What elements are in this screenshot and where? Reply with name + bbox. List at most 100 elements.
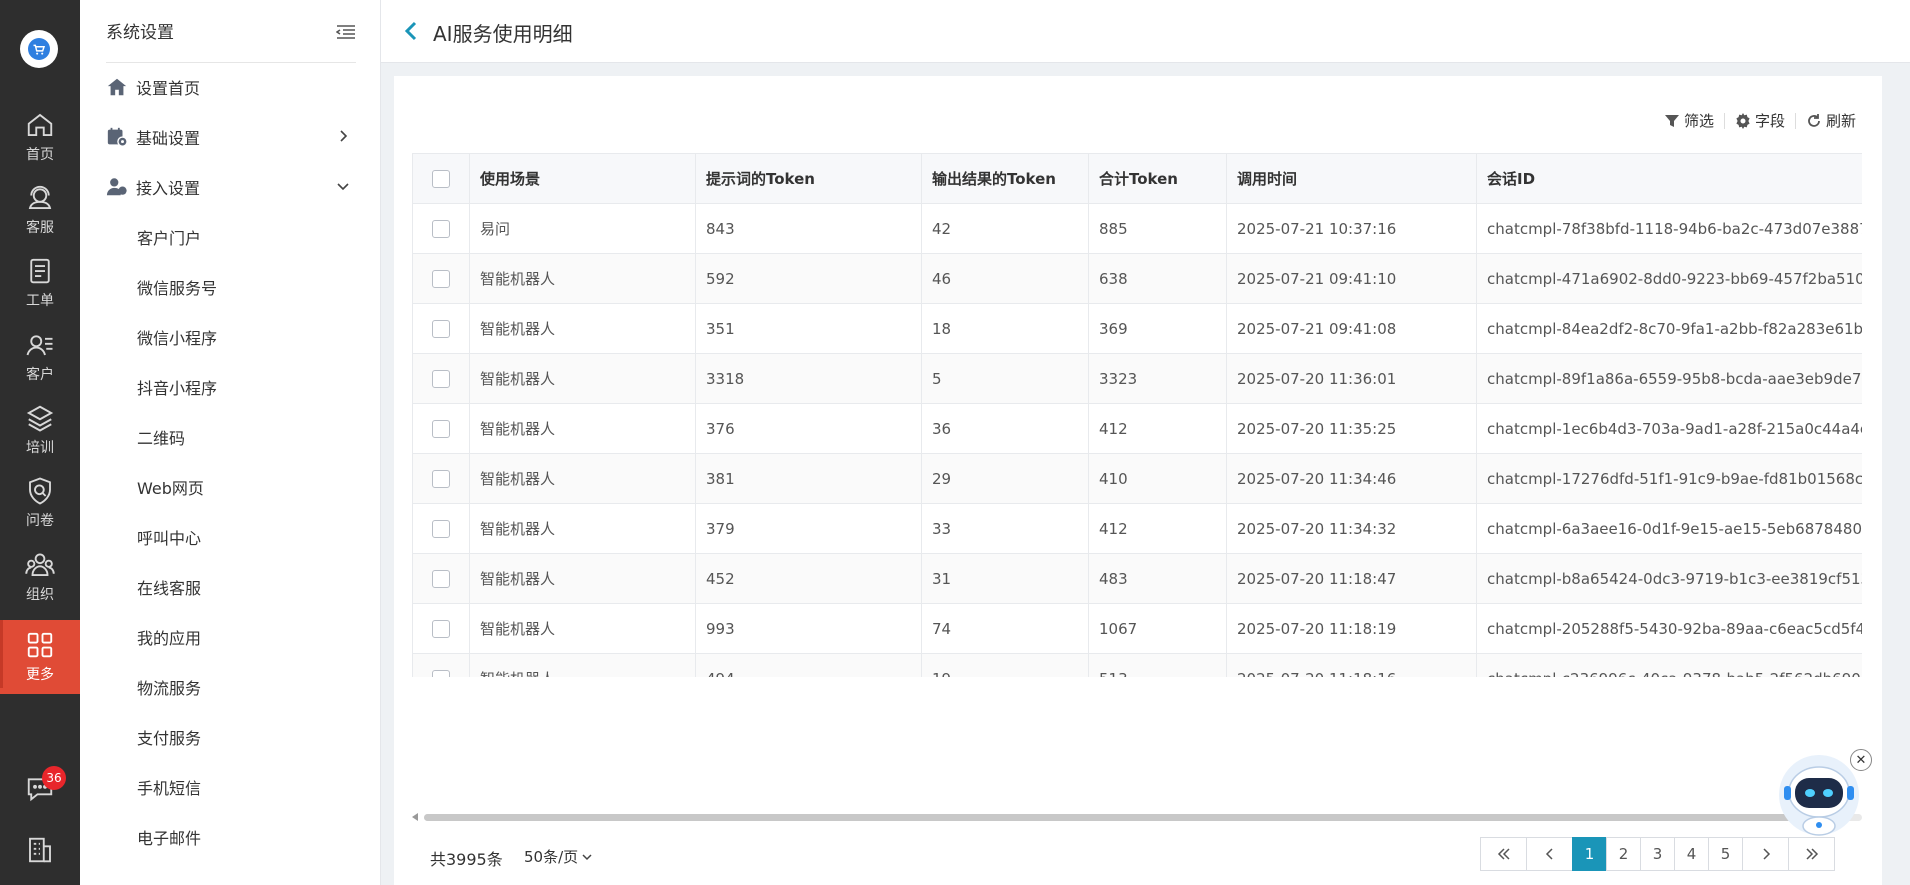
- first-page-button[interactable]: [1480, 837, 1527, 871]
- fields-button[interactable]: 字段: [1735, 110, 1785, 131]
- column-header[interactable]: 合计Token: [1088, 153, 1227, 204]
- rail-label: 组织: [26, 587, 54, 603]
- sidebar-subitem-sms[interactable]: 手机短信: [137, 767, 201, 807]
- horizontal-scrollbar[interactable]: [412, 810, 1862, 824]
- rail-item-survey[interactable]: 问卷: [0, 469, 80, 537]
- page-size-select[interactable]: 50条/页: [524, 846, 593, 867]
- table-row[interactable]: 智能机器人 452 31 483 2025-07-20 11:18:47 chatcmpl…: [412, 553, 1862, 604]
- table-cell: 2025-07-20 11:34:46: [1226, 453, 1477, 504]
- rail-item-chat[interactable]: [0, 756, 80, 824]
- close-icon[interactable]: ✕: [1850, 749, 1872, 771]
- rail-item-building[interactable]: [0, 822, 80, 882]
- table-row[interactable]: 智能机器人 381 29 410 2025-07-20 11:34:46 chatcmpl…: [412, 453, 1862, 504]
- rail-item-customer[interactable]: 客户: [0, 323, 80, 391]
- total-count: 共3995条: [430, 850, 503, 869]
- refresh-button[interactable]: 刷新: [1806, 110, 1856, 131]
- rail-item-training[interactable]: 培训: [0, 396, 80, 464]
- scroll-thumb[interactable]: [424, 814, 1824, 821]
- sidebar-subitem-douyin-miniapp[interactable]: 抖音小程序: [137, 367, 217, 407]
- sidebar-subitem-logistics[interactable]: 物流服务: [137, 667, 201, 707]
- settings-calendar-icon: [107, 127, 128, 147]
- page-button[interactable]: 2: [1606, 837, 1641, 871]
- row-checkbox[interactable]: [432, 219, 450, 238]
- table-cell: 1067: [1088, 603, 1227, 654]
- table-cell: 2025-07-20 11:36:01: [1226, 353, 1477, 404]
- table-cell: chatcmpl-471a6902-8dd0-9223-bb69-457f2ba…: [1476, 253, 1862, 304]
- sidebar-subitem-payment[interactable]: 支付服务: [137, 717, 201, 757]
- page-button[interactable]: 5: [1708, 837, 1743, 871]
- rail-item-org[interactable]: 组织: [0, 543, 80, 611]
- table-cell: 智能机器人: [469, 303, 696, 354]
- robot-assistant-icon[interactable]: [1776, 752, 1862, 838]
- table-row[interactable]: 智能机器人 376 36 412 2025-07-20 11:35:25 chatcmpl…: [412, 403, 1862, 454]
- row-checkbox[interactable]: [432, 369, 450, 388]
- table-cell: 2025-07-21 09:41:08: [1226, 303, 1477, 354]
- table-cell: chatcmpl-89f1a86a-6559-95b8-bcda-aae3eb9…: [1476, 353, 1862, 404]
- rail-item-service[interactable]: 客服: [0, 176, 80, 244]
- table-cell: chatcmpl-b8a65424-0dc3-9719-b1c3-ee3819c…: [1476, 553, 1862, 604]
- sidebar-subitem-my-apps[interactable]: 我的应用: [137, 617, 201, 657]
- scroll-left-arrow-icon[interactable]: [412, 813, 418, 821]
- table-row[interactable]: 智能机器人494195132025-07-20 11:18:16chatcmpl…: [412, 653, 1862, 677]
- home-icon: [27, 113, 53, 136]
- building-icon: [29, 837, 51, 863]
- rail-item-more[interactable]: 更多: [0, 620, 80, 694]
- sidebar-subitem-web[interactable]: Web网页: [137, 467, 204, 507]
- table-row[interactable]: 智能机器人 379 33 412 2025-07-20 11:34:32 chatcmpl…: [412, 503, 1862, 554]
- rail-item-home[interactable]: 首页: [0, 103, 80, 171]
- page-button[interactable]: 3: [1640, 837, 1675, 871]
- sidebar-item-access-settings[interactable]: 接入设置: [106, 167, 356, 207]
- prev-page-button[interactable]: [1526, 837, 1573, 871]
- sidebar-subitem-portal[interactable]: 客户门户: [137, 217, 201, 257]
- select-all-checkbox[interactable]: [432, 169, 450, 188]
- rail-label: 培训: [26, 440, 54, 456]
- row-checkbox[interactable]: [432, 469, 450, 488]
- column-header[interactable]: 调用时间: [1226, 153, 1477, 204]
- sidebar-subitem-email[interactable]: 电子邮件: [137, 817, 201, 857]
- settings-sidebar: 系统设置 设置首页 基础设置 接入设置 客户门户 微信服务号 微信小程序 抖音小…: [80, 0, 381, 885]
- table-cell: 494: [695, 653, 922, 677]
- row-checkbox[interactable]: [432, 669, 450, 677]
- row-checkbox[interactable]: [432, 269, 450, 288]
- rail-label: 客服: [26, 220, 54, 236]
- sidebar-subitem-wechat-miniapp[interactable]: 微信小程序: [137, 317, 217, 357]
- table-row[interactable]: 智能机器人 993 74 1067 2025-07-20 11:18:19 chatcmp…: [412, 603, 1862, 654]
- table-row[interactable]: 智能机器人 351 18 369 2025-07-21 09:41:08 chatcmpl…: [412, 303, 1862, 354]
- sidebar-item-settings-home[interactable]: 设置首页: [106, 67, 356, 107]
- column-header[interactable]: 会话ID: [1476, 153, 1862, 204]
- filter-button[interactable]: 筛选: [1664, 110, 1714, 131]
- row-checkbox[interactable]: [432, 519, 450, 538]
- fields-label: 字段: [1754, 112, 1785, 130]
- table-row[interactable]: 易问 843 42 885 2025-07-21 10:37:16 chatcmpl-78…: [412, 203, 1862, 254]
- logo[interactable]: [20, 30, 58, 68]
- table-cell: 3318: [695, 353, 922, 404]
- page-button-current[interactable]: 1: [1572, 837, 1607, 871]
- rail-label: 问卷: [26, 513, 54, 529]
- sidebar-item-basic-settings[interactable]: 基础设置: [106, 117, 356, 157]
- rail-item-ticket[interactable]: 工单: [0, 249, 80, 317]
- table-row[interactable]: 智能机器人 3318 5 3323 2025-07-20 11:36:01 chatcmp…: [412, 353, 1862, 404]
- table-row[interactable]: 智能机器人 592 46 638 2025-07-21 09:41:10 chatcmpl…: [412, 253, 1862, 304]
- table-cell: 智能机器人: [469, 403, 696, 454]
- sidebar-subitem-online-service[interactable]: 在线客服: [137, 567, 201, 607]
- sidebar-subitem-call-center[interactable]: 呼叫中心: [137, 517, 201, 557]
- usage-table: 使用场景 提示词的Token 输出结果的Token 合计Token 调用时间 会…: [412, 153, 1862, 677]
- row-checkbox[interactable]: [432, 419, 450, 438]
- row-checkbox[interactable]: [432, 319, 450, 338]
- table-cell: chatcmpl-17276dfd-51f1-91c9-b9ae-fd81b01…: [1476, 453, 1862, 504]
- column-header[interactable]: 输出结果的Token: [921, 153, 1089, 204]
- row-checkbox[interactable]: [432, 569, 450, 588]
- page-button[interactable]: 4: [1674, 837, 1709, 871]
- table-cell: 592: [695, 253, 922, 304]
- content-card: 筛选 字段 刷新 使用场景 提示词的Token 输出结果的Token 合计Tok…: [394, 76, 1882, 885]
- row-checkbox[interactable]: [432, 619, 450, 638]
- column-header[interactable]: 使用场景: [469, 153, 696, 204]
- next-page-button[interactable]: [1742, 837, 1789, 871]
- last-page-button[interactable]: [1788, 837, 1835, 871]
- sidebar-subitem-qrcode[interactable]: 二维码: [137, 417, 185, 457]
- back-arrow-icon[interactable]: [403, 20, 419, 42]
- column-header[interactable]: 提示词的Token: [695, 153, 922, 204]
- collapse-menu-icon[interactable]: [336, 24, 356, 40]
- sidebar-subitem-wechat-service[interactable]: 微信服务号: [137, 267, 217, 307]
- row-select-cell: [412, 553, 470, 604]
